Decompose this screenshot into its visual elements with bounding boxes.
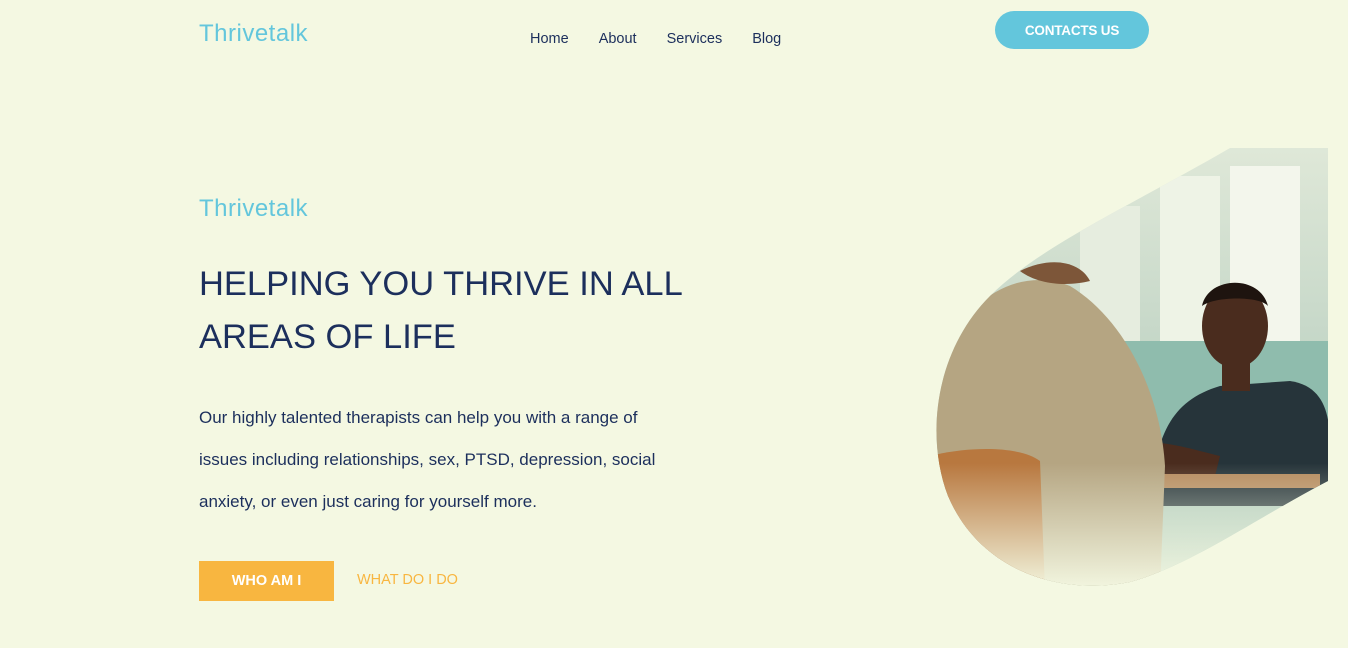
contact-us-button[interactable]: CONTACTS US bbox=[995, 11, 1149, 49]
who-am-i-button[interactable]: WHO AM I bbox=[199, 561, 334, 601]
nav-home[interactable]: Home bbox=[530, 31, 569, 47]
hero-eyebrow: Thrivetalk bbox=[199, 195, 309, 222]
main-nav: Home About Services Blog bbox=[530, 31, 811, 47]
hero-description: Our highly talented therapists can help … bbox=[199, 408, 656, 511]
nav-about[interactable]: About bbox=[599, 31, 637, 47]
nav-services[interactable]: Services bbox=[667, 31, 723, 47]
hero-headline: HELPING YOU THRIVE IN ALL AREAS OF LIFE bbox=[199, 265, 682, 356]
nav-blog[interactable]: Blog bbox=[752, 31, 781, 47]
site-logo[interactable]: Thrivetalk bbox=[199, 20, 308, 48]
what-do-i-do-link[interactable]: WHAT DO I DO bbox=[357, 572, 458, 588]
page: Thrivetalk Home About Services Blog CONT… bbox=[0, 0, 1348, 648]
therapy-session-image bbox=[936, 148, 1328, 586]
